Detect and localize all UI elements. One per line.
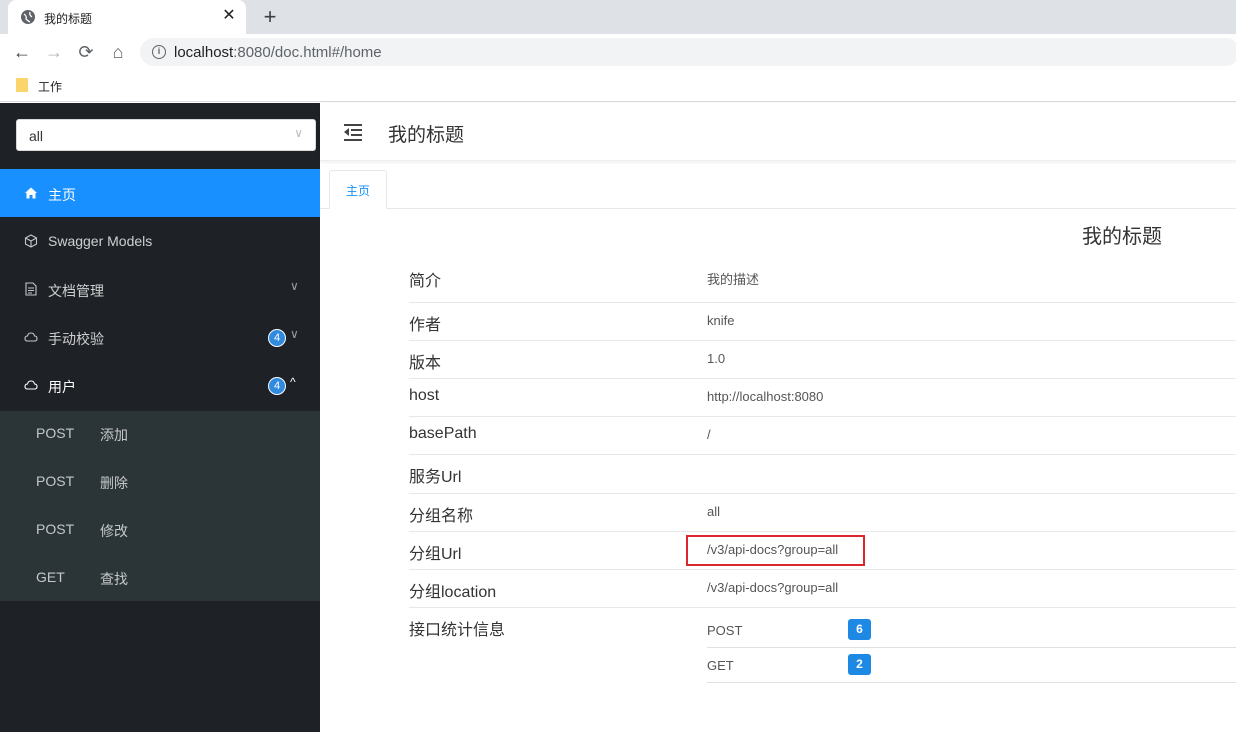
api-item-add[interactable]: POST 添加 <box>0 411 320 459</box>
info-key: 作者 <box>409 317 442 334</box>
menu-fold-icon[interactable] <box>344 123 364 141</box>
page-title: 我的标题 <box>388 125 465 146</box>
api-item-find[interactable]: GET 查找 <box>0 555 320 603</box>
sidebar: all ∨ 主页 Swagger Models 文档管理 ∨ 手动校验 4 ∨ … <box>0 103 320 732</box>
info-key: 分组名称 <box>409 508 474 525</box>
sidebar-item-label: 主页 <box>48 187 76 203</box>
info-value: /v3/api-docs?group=all <box>707 580 839 595</box>
info-row-description: 简介 我的描述 <box>409 256 1236 303</box>
sidebar-item-swagger-models[interactable]: Swagger Models <box>0 217 320 265</box>
home-icon <box>25 187 37 199</box>
count-badge: 4 <box>268 329 286 347</box>
info-row-basepath: basePath / <box>409 417 1236 455</box>
folder-icon <box>16 78 28 92</box>
stat-method: GET <box>707 658 734 673</box>
info-key: 分组location <box>409 584 497 601</box>
user-submenu: POST 添加 POST 删除 POST 修改 GET 查找 <box>0 411 320 601</box>
chevron-down-icon: ∨ <box>290 279 299 293</box>
api-name: 修改 <box>100 523 128 539</box>
sidebar-item-label: 手动校验 <box>48 331 104 347</box>
info-key: host <box>409 387 440 404</box>
sidebar-item-user[interactable]: 用户 4 ^ <box>0 361 320 409</box>
sidebar-item-home[interactable]: 主页 <box>0 169 320 217</box>
url-host: localhost <box>174 44 234 61</box>
info-key: basePath <box>409 425 477 442</box>
stat-method: POST <box>707 623 743 638</box>
info-row-group-name: 分组名称 all <box>409 494 1236 532</box>
api-name: 添加 <box>100 427 128 443</box>
info-row-author: 作者 knife <box>409 303 1236 341</box>
document-icon <box>25 282 37 296</box>
main-header: 我的标题 <box>320 103 1236 161</box>
back-button[interactable]: ← <box>10 40 34 64</box>
info-row-group-location: 分组location /v3/api-docs?group=all <box>409 570 1236 608</box>
forward-button[interactable]: → <box>42 40 66 64</box>
globe-icon <box>21 10 35 24</box>
info-icon[interactable]: i <box>152 45 166 59</box>
browser-tab[interactable]: 我的标题 ✕ <box>8 0 246 34</box>
doc-tabs-bar: 主页 <box>320 164 1236 209</box>
api-name: 删除 <box>100 475 128 491</box>
stat-row-post: POST 6 <box>707 613 1236 648</box>
url-path: :8080/doc.html#/home <box>233 44 382 61</box>
browser-toolbar: ← → ⟳ ⌂ i localhost:8080/doc.html#/home <box>0 34 1236 70</box>
reload-button[interactable]: ⟳ <box>74 40 98 64</box>
api-name: 查找 <box>100 571 128 587</box>
chevron-up-icon: ^ <box>290 375 296 389</box>
stat-count-badge: 2 <box>848 654 871 675</box>
cloud-icon <box>24 332 38 342</box>
address-url[interactable]: localhost:8080/doc.html#/home <box>174 44 382 61</box>
api-method: GET <box>36 569 65 585</box>
api-item-update[interactable]: POST 修改 <box>0 507 320 555</box>
tab-label: 主页 <box>345 184 370 198</box>
info-value: 我的描述 <box>707 272 760 287</box>
info-key: 版本 <box>409 355 442 372</box>
sidebar-item-label: 文档管理 <box>48 283 104 299</box>
api-method: POST <box>36 473 75 489</box>
info-value: http://localhost:8080 <box>707 389 824 404</box>
browser-tab-title: 我的标题 <box>44 12 93 26</box>
browser-tabstrip: 我的标题 ✕ + <box>0 0 1236 34</box>
chevron-down-icon: ∨ <box>290 327 299 341</box>
sidebar-item-manual-validation[interactable]: 手动校验 4 ∨ <box>0 313 320 361</box>
info-row-service-url: 服务Url <box>409 455 1236 494</box>
cube-icon <box>24 234 38 248</box>
highlight-box <box>686 535 865 566</box>
count-badge: 4 <box>268 377 286 395</box>
bookmark-folder-work[interactable]: 工作 <box>38 78 62 95</box>
group-select-value: all <box>29 128 44 144</box>
doc-heading: 我的标题 <box>1082 226 1162 248</box>
api-item-delete[interactable]: POST 删除 <box>0 459 320 507</box>
bookmarks-bar: 工作 <box>0 70 1236 102</box>
cloud-icon <box>24 380 38 390</box>
sidebar-item-label: 用户 <box>48 379 76 395</box>
stat-row-get: GET 2 <box>707 648 1236 683</box>
info-key: 分组Url <box>409 546 462 563</box>
info-value: 1.0 <box>707 351 726 366</box>
new-tab-button[interactable]: + <box>258 5 282 29</box>
info-key: 接口统计信息 <box>409 622 506 639</box>
info-value: all <box>707 504 721 519</box>
info-value: / <box>707 427 711 442</box>
stat-count-badge: 6 <box>848 619 871 640</box>
api-method: POST <box>36 425 75 441</box>
info-row-version: 版本 1.0 <box>409 341 1236 379</box>
group-select[interactable]: all ∨ <box>16 119 316 151</box>
info-key: 服务Url <box>409 469 462 486</box>
api-method: POST <box>36 521 75 537</box>
info-key: 简介 <box>409 273 442 290</box>
chevron-down-icon: ∨ <box>294 126 303 140</box>
info-row-host: host http://localhost:8080 <box>409 379 1236 417</box>
home-button[interactable]: ⌂ <box>106 40 130 64</box>
address-bar[interactable]: i localhost:8080/doc.html#/home <box>140 38 1236 66</box>
info-value: knife <box>707 313 735 328</box>
sidebar-item-doc-management[interactable]: 文档管理 ∨ <box>0 265 320 313</box>
tab-home[interactable]: 主页 <box>329 170 387 209</box>
sidebar-item-label: Swagger Models <box>48 233 153 249</box>
close-icon[interactable]: ✕ <box>220 7 238 25</box>
